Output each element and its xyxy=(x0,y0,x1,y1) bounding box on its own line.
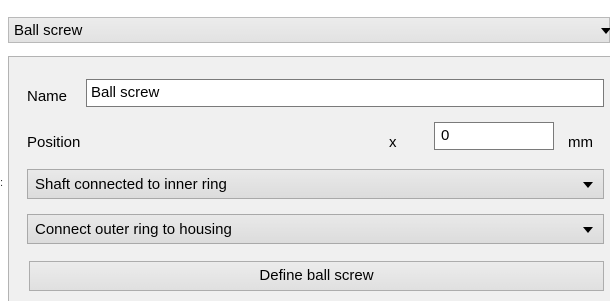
name-field-value: Ball screw xyxy=(91,84,160,101)
shaft-connection-label: Shaft connected to inner ring xyxy=(35,176,227,193)
chevron-down-icon[interactable] xyxy=(601,28,610,34)
housing-connection-select[interactable]: Connect outer ring to housing xyxy=(27,214,604,244)
component-select[interactable]: Ball screw xyxy=(8,17,610,43)
shaft-connection-select[interactable]: Shaft connected to inner ring xyxy=(27,169,604,199)
splitter-handle[interactable]: : xyxy=(0,178,3,189)
axis-label: x xyxy=(389,134,397,151)
chevron-down-icon[interactable] xyxy=(583,182,593,188)
properties-panel: Name Ball screw Position x 0 mm Shaft co… xyxy=(8,56,610,301)
position-field[interactable]: 0 xyxy=(434,122,554,150)
chevron-down-icon[interactable] xyxy=(583,227,593,233)
component-editor: Ball screw : Name Ball screw Position x … xyxy=(0,0,610,301)
name-field[interactable]: Ball screw xyxy=(86,79,604,107)
name-label: Name xyxy=(27,88,68,105)
unit-label: mm xyxy=(568,134,593,151)
define-ball-screw-button[interactable]: Define ball screw xyxy=(29,261,604,291)
position-field-value: 0 xyxy=(441,127,450,144)
position-label: Position xyxy=(27,134,81,151)
housing-connection-label: Connect outer ring to housing xyxy=(35,221,232,238)
component-select-label: Ball screw xyxy=(14,22,83,39)
